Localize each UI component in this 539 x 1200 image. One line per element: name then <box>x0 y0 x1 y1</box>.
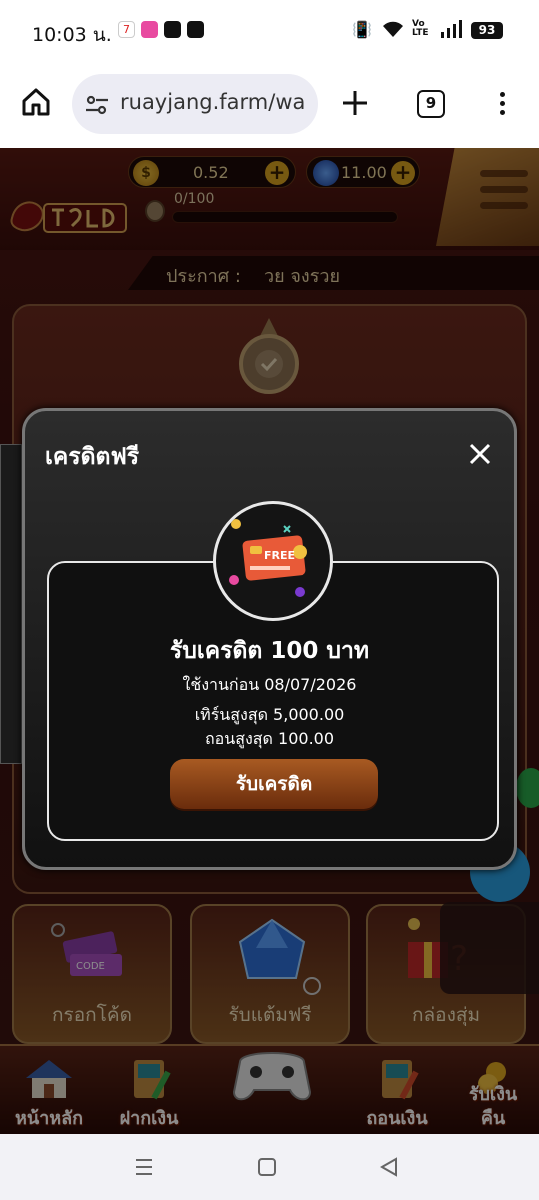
free-badge-text: FREE <box>264 549 295 562</box>
tab-switcher-button[interactable]: 9 <box>417 90 445 118</box>
home-icon[interactable] <box>20 86 52 118</box>
expiry-date: ใช้งานก่อน 08/07/2026 <box>182 675 357 694</box>
browser-toolbar: ruayjang.farm/wa 9 <box>0 62 539 148</box>
home-nav-icon[interactable] <box>258 1158 276 1176</box>
vibrate-icon: 📳 <box>352 20 372 39</box>
more-menu-icon[interactable] <box>494 90 510 118</box>
signal-icon <box>440 20 462 42</box>
background-panel <box>0 444 22 764</box>
close-icon[interactable] <box>469 443 491 465</box>
url-text: ruayjang.farm/wa <box>120 90 306 114</box>
line-app-icon <box>141 21 158 38</box>
app-notification-icon: 7 <box>118 21 135 38</box>
new-tab-icon[interactable] <box>340 88 370 118</box>
free-credit-modal: เครดิตฟรี FREE รับเครดิต 100 บาท ใช้งานก… <box>22 408 517 870</box>
claim-credit-button[interactable]: รับเครดิต <box>170 759 378 809</box>
modal-title: เครดิตฟรี <box>45 444 140 470</box>
status-bar: 10:03 น. 7 📳 Vo LTE 93 <box>0 0 539 62</box>
status-time: 10:03 น. <box>32 24 112 46</box>
tiktok-icon <box>164 21 181 38</box>
battery-indicator: 93 <box>471 22 503 39</box>
volte-icon: Vo LTE <box>412 19 429 38</box>
recent-apps-icon[interactable] <box>134 1158 154 1176</box>
back-icon[interactable] <box>379 1157 400 1177</box>
max-withdraw: ถอนสูงสุด 100.00 <box>204 729 335 748</box>
address-bar[interactable]: ruayjang.farm/wa <box>72 74 318 134</box>
free-credit-card-icon: FREE <box>213 501 333 621</box>
credit-amount-heading: รับเครดิต 100 บาท <box>169 638 370 664</box>
site-settings-icon[interactable] <box>84 92 110 118</box>
system-navigation-bar <box>0 1134 539 1200</box>
max-turnover: เทิร์นสูงสุด 5,000.00 <box>194 705 345 724</box>
tiktok-icon <box>187 21 204 38</box>
wifi-icon <box>381 20 405 42</box>
